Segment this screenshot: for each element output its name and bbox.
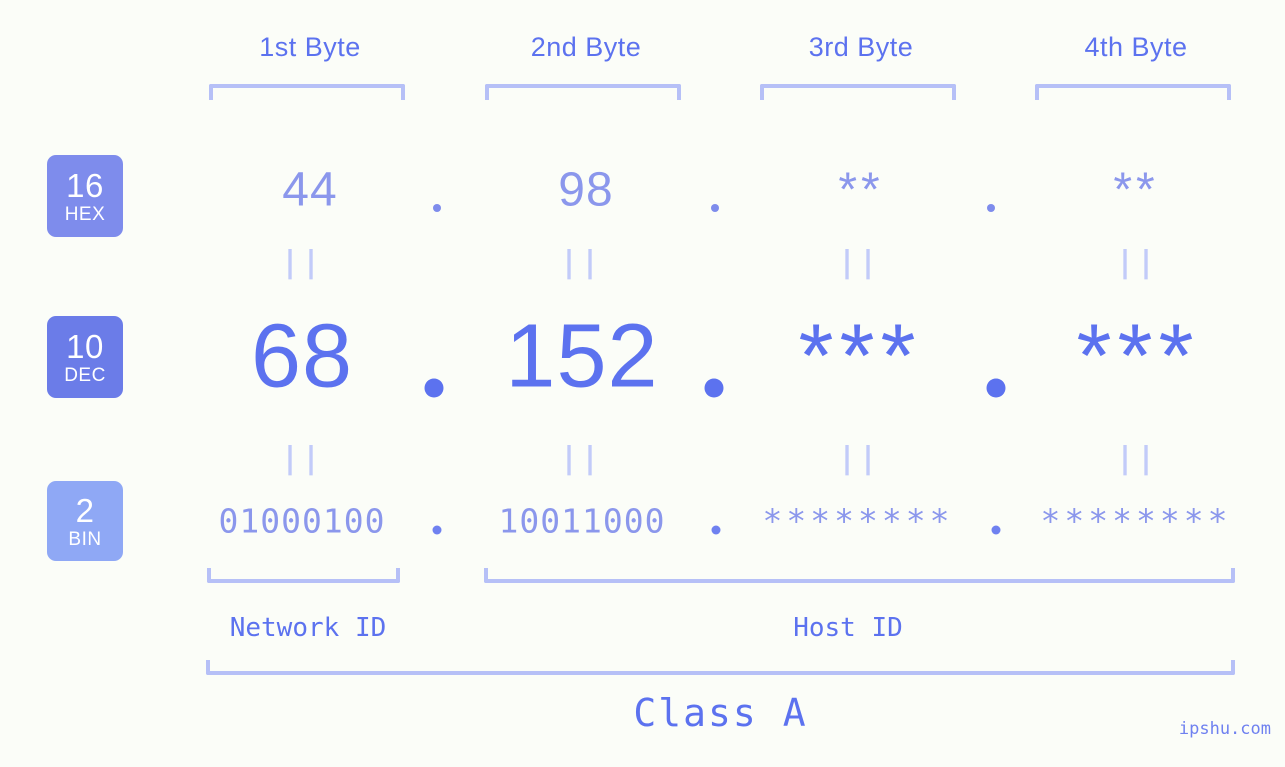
base-badge-bin-number: 2 xyxy=(75,491,95,529)
hex-byte-4: ** xyxy=(1113,163,1159,217)
equals-mark-hex-dec-1: || xyxy=(280,245,324,280)
base-badge-dec-number: 10 xyxy=(66,327,104,365)
hex-byte-1: 44 xyxy=(282,163,338,217)
equals-mark-dec-bin-2: || xyxy=(559,441,603,476)
class-bracket xyxy=(206,660,1235,675)
dec-byte-2: 152 xyxy=(505,306,659,407)
equals-mark-dec-bin-1: || xyxy=(280,441,324,476)
host-id-label: Host ID xyxy=(793,613,903,643)
hex-dot-separator-2 xyxy=(711,204,719,212)
network-id-bracket xyxy=(207,568,400,583)
network-id-label: Network ID xyxy=(229,613,387,643)
byte-header-2: 2nd Byte xyxy=(530,32,642,62)
dec-dot-separator-3 xyxy=(986,378,1006,398)
bin-byte-1: 01000100 xyxy=(218,501,386,541)
bin-byte-2: 10011000 xyxy=(498,501,666,541)
bin-dot-separator-3 xyxy=(991,525,1001,535)
dec-byte-4: *** xyxy=(1076,306,1200,407)
base-badge-hex[interactable]: 16 HEX xyxy=(47,155,123,237)
base-badge-hex-number: 16 xyxy=(66,166,104,204)
byte-header-3: 3rd Byte xyxy=(808,32,914,62)
base-badge-hex-abbr: HEX xyxy=(64,203,106,225)
hex-dot-separator-3 xyxy=(987,204,995,212)
equals-mark-dec-bin-4: || xyxy=(1115,441,1159,476)
equals-mark-dec-bin-3: || xyxy=(837,441,881,476)
dec-dot-separator-1 xyxy=(424,378,444,398)
bin-dot-separator-1 xyxy=(432,525,442,535)
class-label: Class A xyxy=(633,691,808,735)
ip-address-breakdown-diagram: 1st Byte 2nd Byte 3rd Byte 4th Byte 16 H… xyxy=(0,0,1285,767)
bin-dot-separator-2 xyxy=(711,525,721,535)
bin-byte-3: ******** xyxy=(762,501,954,541)
dec-byte-3: *** xyxy=(798,306,922,407)
dec-byte-1: 68 xyxy=(250,306,354,407)
base-badge-bin[interactable]: 2 BIN xyxy=(47,481,123,561)
base-badge-bin-abbr: BIN xyxy=(68,528,102,550)
byte-header-1: 1st Byte xyxy=(259,32,361,62)
equals-mark-hex-dec-2: || xyxy=(559,245,603,280)
hex-byte-2: 98 xyxy=(558,163,614,217)
equals-mark-hex-dec-3: || xyxy=(837,245,881,280)
byte-bracket-4 xyxy=(1035,84,1231,100)
dec-dot-separator-2 xyxy=(704,378,724,398)
byte-header-4: 4th Byte xyxy=(1084,32,1188,62)
byte-bracket-1 xyxy=(209,84,405,100)
host-id-bracket xyxy=(484,568,1235,583)
hex-dot-separator-1 xyxy=(433,204,441,212)
watermark: ipshu.com xyxy=(1178,719,1271,739)
hex-byte-3: ** xyxy=(838,163,884,217)
equals-mark-hex-dec-4: || xyxy=(1115,245,1159,280)
byte-bracket-2 xyxy=(485,84,681,100)
bin-byte-4: ******** xyxy=(1040,501,1232,541)
base-badge-dec[interactable]: 10 DEC xyxy=(47,316,123,398)
byte-bracket-3 xyxy=(760,84,956,100)
base-badge-dec-abbr: DEC xyxy=(64,364,106,386)
